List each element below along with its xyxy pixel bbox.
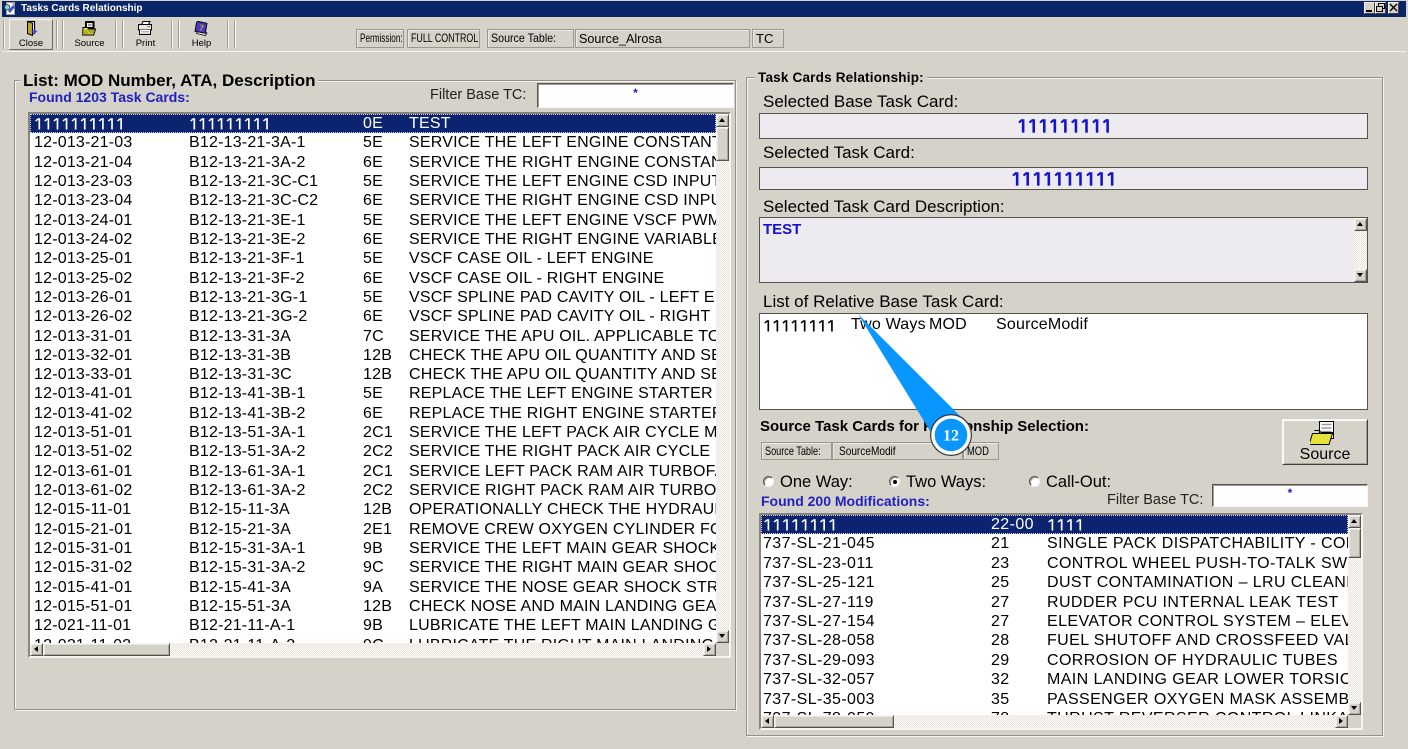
svg-text:12: 12 [943, 428, 959, 445]
